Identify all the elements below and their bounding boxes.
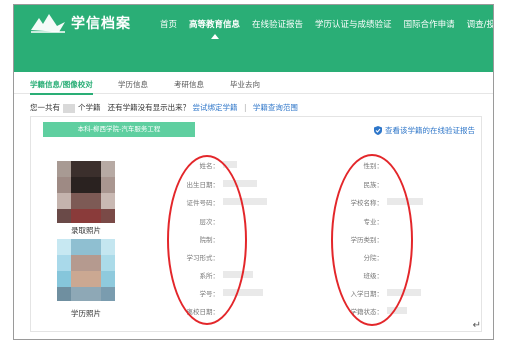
- summary-separator: |: [243, 103, 247, 112]
- logo-text: 学信档案: [71, 16, 131, 32]
- active-caret-icon: [210, 34, 219, 39]
- verify-report-link[interactable]: 查看该学籍的在线验证报告: [374, 125, 475, 136]
- tab-enrollment[interactable]: 学籍信息/图像校对: [30, 79, 93, 95]
- tab-destination[interactable]: 毕业去向: [230, 79, 260, 90]
- return-mark: ↵: [472, 320, 481, 331]
- summary-count-label: 个学籍: [78, 103, 101, 112]
- enrollment-count-blurred: [63, 103, 75, 113]
- enrollment-card: 本科-柳西学院-汽车服务工程 查看该学籍的在线验证报告 录取照片 学历照片 姓名…: [30, 116, 482, 332]
- bind-enrollment-link[interactable]: 尝试绑定学籍: [193, 103, 238, 112]
- degree-photo-caption: 学历照片: [71, 309, 101, 318]
- nav-survey[interactable]: 调查/投: [467, 18, 493, 30]
- tab-postgraduate[interactable]: 考研信息: [174, 79, 204, 90]
- main-nav: 首页 高等教育信息 在线验证报告 学历认证与成绩验证 国际合作申请 调查/投: [160, 18, 493, 39]
- annotation-oval-left: [167, 155, 247, 325]
- site-logo[interactable]: 学信档案: [29, 12, 131, 34]
- nav-certification[interactable]: 学历认证与成绩验证: [315, 18, 392, 30]
- nav-international[interactable]: 国际合作申请: [404, 18, 455, 30]
- admission-photo-caption: 录取照片: [71, 226, 101, 235]
- tab-degree[interactable]: 学历信息: [118, 79, 148, 90]
- query-scope-link[interactable]: 学籍查询范围: [253, 103, 298, 112]
- enrollment-summary: 您一共有 个学籍 还有学籍没有显示出来？ 尝试绑定学籍 | 学籍查询范围: [30, 102, 298, 113]
- logo-icon: [31, 14, 65, 33]
- summary-question: 还有学籍没有显示出来？: [107, 103, 191, 112]
- verify-link-text: 查看该学籍的在线验证报告: [385, 126, 475, 135]
- nav-higher-education[interactable]: 高等教育信息: [189, 18, 241, 39]
- browser-frame: 学信档案 首页 高等教育信息 在线验证报告 学历认证与成绩验证 国际合作申请 调…: [13, 4, 494, 340]
- admission-photo: [57, 161, 115, 223]
- degree-photo: [57, 239, 115, 301]
- shield-icon: [374, 126, 382, 135]
- nav-online-report[interactable]: 在线验证报告: [252, 18, 303, 30]
- summary-prefix: 您一共有: [30, 103, 60, 112]
- nav-higher-education-label: 高等教育信息: [189, 20, 241, 30]
- annotation-oval-right: [331, 154, 413, 326]
- enrollment-ribbon: 本科-柳西学院-汽车服务工程: [43, 122, 195, 137]
- nav-home[interactable]: 首页: [160, 18, 177, 30]
- site-header: 学信档案 首页 高等教育信息 在线验证报告 学历认证与成绩验证 国际合作申请 调…: [14, 5, 493, 72]
- sub-tabs: 学籍信息/图像校对 学历信息 考研信息 毕业去向: [14, 72, 493, 95]
